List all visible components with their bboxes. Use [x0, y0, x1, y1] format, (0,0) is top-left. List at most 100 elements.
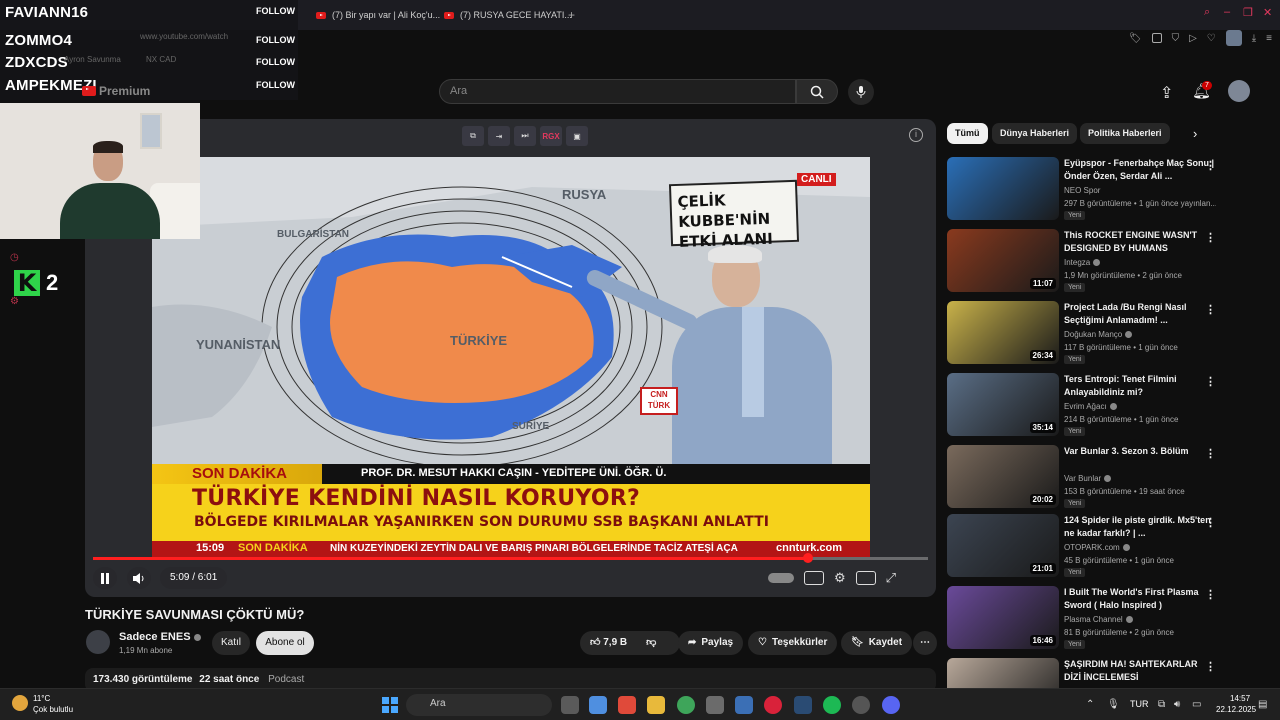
copilot-icon[interactable]	[589, 696, 607, 714]
clock-time[interactable]: 14:57	[1230, 694, 1250, 703]
network-icon[interactable]: ⧉	[1158, 699, 1165, 710]
shield-icon[interactable]: ⛉	[1172, 33, 1180, 44]
recommendation-title[interactable]: This ROCKET ENGINE WASN'T DESIGNED BY HU…	[1064, 229, 1216, 255]
menu-icon[interactable]: ≡	[1266, 33, 1272, 44]
recommendation-item[interactable]: 26:34 Project Lada /Bu Rengi Nasıl Seçtiğ…	[947, 301, 1217, 367]
recommendation-channel[interactable]: OTOPARK.com	[1064, 543, 1130, 552]
skip-icon[interactable]: ⏭	[514, 126, 536, 146]
more-options-icon[interactable]: ⋮	[1205, 660, 1216, 673]
more-options-icon[interactable]: ⋮	[1205, 231, 1216, 244]
task-view-icon[interactable]	[561, 696, 579, 714]
app-icon[interactable]	[618, 696, 636, 714]
github-icon[interactable]	[852, 696, 870, 714]
search-tabs-icon[interactable]: ⌕	[1204, 6, 1210, 19]
recommendation-item[interactable]: 16:46 I Built The World's First Plasma Sw…	[947, 586, 1217, 652]
tray-chevron-icon[interactable]: ⌃	[1086, 699, 1094, 710]
dislike-button[interactable]: 👎︎	[646, 631, 656, 655]
theater-mode-icon[interactable]	[855, 571, 876, 585]
save-button[interactable]: 🔖︎ Kaydet	[841, 631, 913, 655]
screenshot-icon[interactable]	[1151, 33, 1162, 43]
join-button[interactable]: Katıl	[212, 631, 250, 655]
recommendation-item[interactable]: 21:01 124 Spider ile piste girdik. Mx5'te…	[947, 514, 1217, 580]
spotify-icon[interactable]	[823, 696, 841, 714]
recommendation-title[interactable]: Eyüpspor - Fenerbahçe Maç Sonu | Önder Ö…	[1064, 157, 1216, 183]
battery-icon[interactable]: ▭	[1192, 699, 1201, 710]
recommendation-channel[interactable]: Plasma Channel	[1064, 615, 1133, 624]
recommendation-item[interactable]: 35:14 Ters Entropi: Tenet Filmini Anlayab…	[947, 373, 1217, 439]
heart-icon[interactable]: ♡	[1207, 33, 1216, 44]
recommendation-title[interactable]: Project Lada /Bu Rengi Nasıl Seçtiğimi A…	[1064, 301, 1216, 327]
bookmark-icon[interactable]: 🏷	[1129, 33, 1142, 44]
video-thumbnail[interactable]	[947, 157, 1059, 220]
recommendation-title[interactable]: I Built The World's First Plasma Sword (…	[1064, 586, 1216, 612]
channel-name[interactable]: Sadece ENES	[119, 631, 201, 643]
snapshot-icon[interactable]: ▣	[566, 126, 588, 146]
minimize-icon[interactable]: –	[1224, 6, 1230, 18]
speaker-icon[interactable]: 🔊︎	[1174, 699, 1180, 710]
recommendation-title[interactable]: ŞAŞIRDIM HA! SAHTEKARLAR DİZİ İNCELEMESİ	[1064, 658, 1216, 684]
opera-gx-icon[interactable]	[764, 696, 782, 714]
recommendation-channel[interactable]: Var Bunlar	[1064, 474, 1112, 483]
thanks-button[interactable]: ♡ Teşekkürler	[748, 631, 838, 655]
search-button[interactable]	[796, 79, 838, 104]
recommendation-item[interactable]: 20:02 Var Bunlar 3. Sezon 3. Bölüm Var Bun…	[947, 445, 1217, 511]
volume-button[interactable]	[127, 567, 151, 589]
browser-tab-1[interactable]: (7) Bir yapı var | Ali Koç'u...	[316, 6, 440, 24]
rgx-toggle[interactable]: RGX	[540, 126, 562, 146]
autoplay-toggle[interactable]	[768, 573, 794, 583]
recommendation-channel[interactable]: Evrim Ağacı	[1064, 402, 1117, 411]
chip-all[interactable]: Tümü	[947, 123, 988, 144]
weather-icon[interactable]	[12, 695, 28, 711]
voice-search-button[interactable]	[848, 79, 874, 105]
more-options-icon[interactable]: ⋮	[1205, 159, 1216, 172]
chevron-right-icon[interactable]: ›	[1193, 126, 1197, 141]
info-icon[interactable]: i	[909, 128, 923, 142]
subscribe-button[interactable]: Abone ol	[256, 631, 314, 655]
more-options-icon[interactable]: ⋮	[1205, 516, 1216, 529]
pause-button[interactable]	[93, 567, 117, 589]
file-explorer-icon[interactable]	[647, 696, 665, 714]
settings-gear-icon[interactable]: ⚙	[834, 570, 846, 586]
close-icon[interactable]: ✕	[1263, 6, 1272, 19]
input-language[interactable]: TUR	[1130, 699, 1149, 709]
video-thumbnail[interactable]: 11:07	[947, 229, 1059, 292]
video-thumbnail[interactable]: 35:14	[947, 373, 1059, 436]
popout-icon[interactable]: ⇥	[488, 126, 510, 146]
like-button[interactable]: 👍︎ 7,9 B	[590, 631, 627, 655]
video-thumbnail[interactable]: 20:02	[947, 445, 1059, 508]
chip-world-news[interactable]: Dünya Haberleri	[992, 123, 1078, 144]
steam-icon[interactable]	[794, 696, 812, 714]
video-scrubber[interactable]	[802, 553, 813, 563]
discord-icon[interactable]	[882, 696, 900, 714]
mail-icon[interactable]	[735, 696, 753, 714]
tray-mic-icon[interactable]: 🎙︎	[1107, 699, 1120, 710]
recommendation-channel[interactable]: Integza	[1064, 258, 1101, 267]
recommendation-title[interactable]: Var Bunlar 3. Sezon 3. Bölüm	[1064, 445, 1216, 458]
picture-in-picture-icon[interactable]: ⧉	[462, 126, 484, 146]
windows-start-button[interactable]	[382, 697, 398, 713]
browser-profile-avatar[interactable]	[1225, 30, 1242, 46]
user-avatar[interactable]	[1228, 80, 1250, 102]
video-thumbnail[interactable]: 16:46	[947, 586, 1059, 649]
video-tag[interactable]: Podcast	[268, 674, 304, 685]
maximize-icon[interactable]: ❐	[1243, 6, 1253, 19]
recommendation-channel[interactable]: Doğukan Manço	[1064, 330, 1133, 339]
clock-date[interactable]: 22.12.2025	[1216, 705, 1256, 714]
taskbar-search[interactable]: Ara	[406, 694, 552, 716]
download-icon[interactable]: ⤓	[1252, 33, 1256, 44]
more-options-icon[interactable]: ⋮	[1205, 447, 1216, 460]
send-icon[interactable]: ▷	[1189, 33, 1197, 44]
youtube-premium-logo[interactable]: Premium	[82, 84, 150, 98]
more-options-icon[interactable]: ⋮	[1205, 303, 1216, 316]
recommendation-item[interactable]: Eyüpspor - Fenerbahçe Maç Sonu | Önder Ö…	[947, 157, 1217, 223]
upload-icon[interactable]: ⇪	[1160, 83, 1173, 103]
video-thumbnail[interactable]: 26:34	[947, 301, 1059, 364]
share-button[interactable]: ➦ Paylaş	[678, 631, 744, 655]
search-input[interactable]: Ara	[439, 79, 796, 104]
store-icon[interactable]	[706, 696, 724, 714]
fullscreen-icon[interactable]: ⤢	[886, 570, 896, 586]
new-tab-button[interactable]: +	[568, 8, 575, 22]
more-options-icon[interactable]: ⋮	[1205, 588, 1216, 601]
recommendation-title[interactable]: Ters Entropi: Tenet Filmini Anlayabildin…	[1064, 373, 1216, 399]
more-options-icon[interactable]: ⋮	[1205, 375, 1216, 388]
